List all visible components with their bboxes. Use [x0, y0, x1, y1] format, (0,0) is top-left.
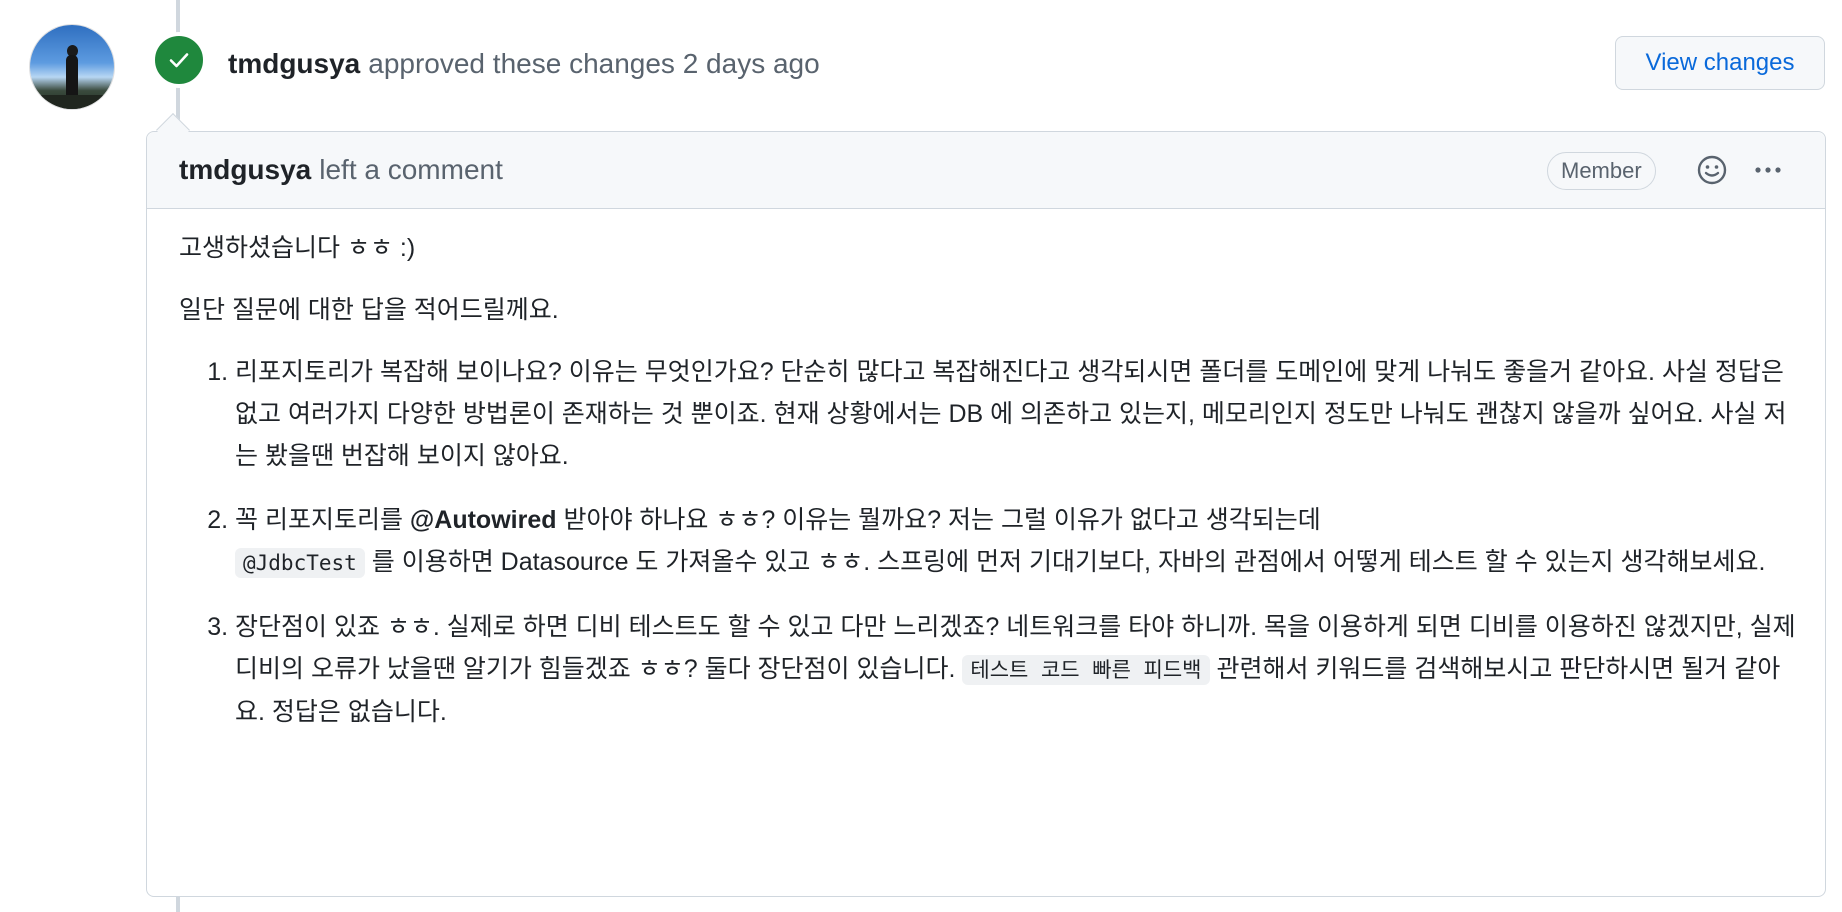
check-icon [169, 53, 189, 68]
review-header: tmdgusya approved these changes 2 days a… [228, 44, 820, 84]
inline-code: @JdbcTest [235, 548, 365, 578]
comment-header-title: tmdgusya left a comment [179, 150, 503, 190]
answer-item-text: 꼭 리포지토리를 [235, 506, 410, 534]
comment-author-link[interactable]: tmdgusya [179, 154, 311, 186]
review-comment: tmdgusya left a comment Member 고생하셨습니다 ㅎ… [146, 131, 1826, 897]
view-changes-button[interactable]: View changes [1615, 36, 1825, 90]
comment-paragraph: 일단 질문에 대한 답을 적어드릴께요. [179, 296, 559, 324]
answer-item-text: 받아야 하나요 ㅎㅎ? 이유는 뭘까요? 저는 그럴 이유가 없다고 생각되는데 [556, 506, 1321, 534]
timeline-stage: tmdgusya approved these changes 2 days a… [0, 0, 1842, 912]
comment-body: 고생하셨습니다 ㅎㅎ :) 일단 질문에 대한 답을 적어드릴께요. 리포지토리… [179, 227, 1799, 755]
answer-item-3: 장단점이 있죠 ㅎㅎ. 실제로 하면 디비 테스트도 할 수 있고 다만 느리겠… [235, 606, 1799, 733]
answer-item-text: 를 이용하면 Datasource 도 가져올수 있고 ㅎㅎ. 스프링에 먼저 … [364, 548, 1766, 576]
approved-badge [151, 32, 207, 88]
kebab-horizontal-icon[interactable] [1751, 153, 1785, 187]
inline-code: 테스트 코드 빠른 피드백 [962, 655, 1210, 685]
member-badge: Member [1547, 152, 1656, 190]
mention-link[interactable]: @Autowired [410, 506, 557, 534]
avatar[interactable] [30, 25, 114, 109]
smiley-icon[interactable] [1695, 153, 1729, 187]
comment-header: tmdgusya left a comment Member [147, 132, 1825, 209]
avatar-ground [30, 95, 114, 109]
comment-answer-list: 리포지토리가 복잡해 보이나요? 이유는 무엇인가요? 단순히 많다고 복잡해진… [179, 351, 1799, 733]
review-action-text: approved these changes 2 days ago [368, 48, 820, 79]
comment-paragraph: 고생하셨습니다 ㅎㅎ :) [179, 234, 416, 262]
review-author-link[interactable]: tmdgusya [228, 48, 360, 80]
answer-item-1: 리포지토리가 복잡해 보이나요? 이유는 무엇인가요? 단순히 많다고 복잡해진… [235, 351, 1799, 477]
answer-item-2: 꼭 리포지토리를 @Autowired 받아야 하나요 ㅎㅎ? 이유는 뭘까요?… [235, 499, 1799, 584]
answer-item-text: 리포지토리가 복잡해 보이나요? 이유는 무엇인가요? 단순히 많다고 복잡해진… [235, 358, 1787, 470]
comment-action-text: left a comment [319, 154, 503, 185]
